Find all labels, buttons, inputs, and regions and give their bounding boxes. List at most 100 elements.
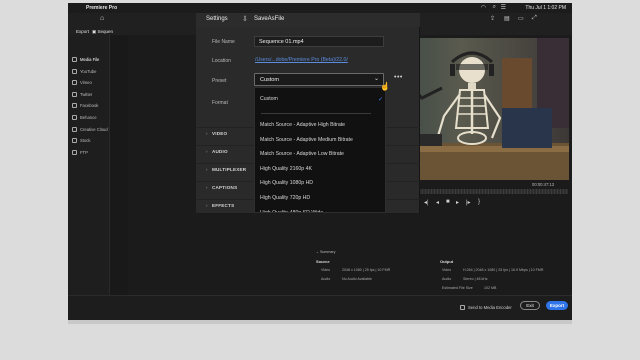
sidebar-item-vimeo[interactable]: Vimeo xyxy=(72,78,110,87)
save-as-file-icon[interactable]: ⇩ xyxy=(242,15,248,23)
sidebar-item-label: YouTube xyxy=(80,68,97,74)
vimeo-icon xyxy=(72,80,77,86)
youtube-icon xyxy=(72,68,77,74)
layout-icon[interactable]: ▤ xyxy=(504,15,510,22)
behance-icon xyxy=(72,115,77,120)
file-name-label: File Name xyxy=(212,39,235,45)
sidebar-item-media-file[interactable]: Media File xyxy=(72,55,110,64)
wifi-icon[interactable]: ◠ xyxy=(481,4,486,11)
source-video-label: Video xyxy=(321,268,331,272)
ftp-icon xyxy=(72,149,77,155)
tab-export[interactable]: Export xyxy=(76,29,89,34)
summary-source-heading: Source xyxy=(316,259,330,264)
section-captions[interactable]: › CAPTIONS xyxy=(206,185,237,190)
section-label: AUDIO xyxy=(212,149,228,154)
sidebar-item-label: Stock xyxy=(80,138,91,144)
checkmark-icon: ✓ xyxy=(378,97,384,103)
file-name-input[interactable]: Sequence 01.mp4 xyxy=(254,36,384,47)
stop-icon[interactable]: ■ xyxy=(446,199,450,205)
output-audio-value: Stereo | 48 kHz xyxy=(463,277,488,281)
sidebar-item-behance[interactable]: Behance xyxy=(72,113,110,122)
menubar-clock: Thu Jul 1 1:02 PM xyxy=(525,5,566,11)
preset-option[interactable]: High Quality 720p HD xyxy=(260,195,310,201)
facebook-icon xyxy=(72,103,77,109)
sidebar-item-youtube[interactable]: YouTube xyxy=(72,67,110,76)
section-audio[interactable]: › AUDIO xyxy=(206,149,228,154)
notifications-icon[interactable]: ▭ xyxy=(518,15,524,22)
preview-timecode: 00:00:47:13 xyxy=(532,182,555,187)
output-audio-label: Audio xyxy=(442,277,452,281)
sidebar-item-label: Media File xyxy=(80,57,100,62)
section-video[interactable]: › VIDEO xyxy=(206,131,227,136)
format-label: Format xyxy=(212,100,228,106)
save-as-file-label[interactable]: SaveAsFile xyxy=(254,16,284,22)
export-frame-icon[interactable]: ⇪ xyxy=(490,15,495,22)
more-options-icon[interactable]: ••• xyxy=(394,74,403,81)
home-icon[interactable]: ⌂ xyxy=(100,15,104,22)
preset-option[interactable]: Match Source - Adaptive Medium Bitrate xyxy=(260,137,353,143)
sidebar-item-label: FTP xyxy=(80,149,88,155)
summary-title[interactable]: ⌄ Summary xyxy=(316,250,335,254)
footer-bar: Send to Media Encoder Exit Export xyxy=(68,295,572,320)
sidebar-item-label: Facebook xyxy=(80,103,99,109)
sidebar-item-ftp[interactable]: FTP xyxy=(72,148,110,157)
output-size-value: 102 MB xyxy=(484,286,497,290)
share-icon[interactable]: ⤢ xyxy=(532,15,537,22)
preset-option[interactable]: Custom xyxy=(260,96,278,102)
desktop-strip xyxy=(68,320,572,324)
preset-label: Preset xyxy=(212,78,227,84)
sidebar-item-label: Vimeo xyxy=(80,80,92,86)
preset-option[interactable]: High Quality 480p SD Wide xyxy=(260,210,323,212)
location-label: Location xyxy=(212,58,231,64)
sidebar-item-label: Creative Cloud xyxy=(80,126,108,132)
preset-option[interactable]: Match Source - Adaptive High Bitrate xyxy=(260,122,345,128)
dropdown-divider xyxy=(261,113,371,114)
settings-title: Settings xyxy=(206,16,228,22)
preset-option[interactable]: Match Source - Adaptive Low Bitrate xyxy=(260,151,344,157)
out-point-icon[interactable]: } xyxy=(478,199,480,205)
location-link[interactable]: /Users/...dobe/Premiere Pro (Beta)/22.0/ xyxy=(255,57,348,63)
preset-option[interactable]: High Quality 1080p HD xyxy=(260,180,313,186)
export-button[interactable]: Export xyxy=(546,301,568,310)
output-size-label: Estimated File Size xyxy=(442,286,473,290)
settings-panel: Settings ⇩ SaveAsFile File Name Sequence… xyxy=(196,13,420,213)
control-center-icon[interactable]: ☰ xyxy=(501,4,506,11)
send-to-media-encoder-label: Send to Media Encoder xyxy=(468,305,512,310)
destinations-sidebar: Media File YouTube Vimeo Twitter Facebook Beh… xyxy=(68,35,110,320)
output-video-label: Video xyxy=(442,268,452,272)
section-label: EFFECTS xyxy=(212,203,235,208)
send-to-media-encoder-checkbox[interactable] xyxy=(460,305,465,310)
settings-header: Settings ⇩ SaveAsFile xyxy=(196,13,420,27)
preset-dropdown-menu: ✓ Custom Match Source - Adaptive High Bit… xyxy=(254,87,386,213)
section-label: MULTIPLEXER xyxy=(212,167,247,172)
step-forward-icon[interactable]: |▸ xyxy=(466,199,471,206)
sidebar-divider-column xyxy=(110,35,128,320)
source-audio-value: No Audio Available xyxy=(342,277,372,281)
sidebar-item-facebook[interactable]: Facebook xyxy=(72,101,110,110)
search-icon[interactable]: ⌕ xyxy=(493,4,496,11)
mouse-cursor-icon: ☝ xyxy=(380,82,390,91)
rewind-icon[interactable]: ◂ xyxy=(436,199,439,206)
chevron-down-icon[interactable]: ⌄ xyxy=(374,75,379,82)
preset-option[interactable]: High Quality 2160p 4K xyxy=(260,166,312,172)
section-multiplexer[interactable]: › MULTIPLEXER xyxy=(206,167,246,172)
summary-output-heading: Output xyxy=(440,259,454,264)
preset-select[interactable]: Custom xyxy=(254,73,384,86)
section-effects[interactable]: › EFFECTS xyxy=(206,203,234,208)
sidebar-item-label: Behance xyxy=(80,115,97,120)
source-audio-label: Audio xyxy=(321,277,331,281)
premiere-export-window: ⌂ Export ▣ Sequen ⇪ ▤ ▭ ⤢ Media File YouT… xyxy=(68,13,572,320)
sidebar-item-stock[interactable]: Stock xyxy=(72,136,110,145)
sidebar-item-label: Twitter xyxy=(80,91,93,97)
sidebar-item-twitter[interactable]: Twitter xyxy=(72,90,110,99)
play-icon[interactable]: ▸ xyxy=(456,199,459,206)
source-video-value: 2048 x 1080 | 25 fps | 10 FMR xyxy=(342,268,391,272)
media-file-icon xyxy=(72,57,77,62)
menubar-app-name[interactable]: Premiere Pro xyxy=(86,5,117,11)
step-back-icon[interactable]: ◂| xyxy=(424,199,429,206)
mac-menubar: Premiere Pro ◠ ⌕ ☰ Thu Jul 1 1:02 PM xyxy=(68,3,572,13)
stock-icon xyxy=(72,138,77,144)
sidebar-item-creative-cloud[interactable]: Creative Cloud xyxy=(72,125,110,134)
exit-button[interactable]: Exit xyxy=(520,301,540,310)
twitter-icon xyxy=(72,91,77,97)
